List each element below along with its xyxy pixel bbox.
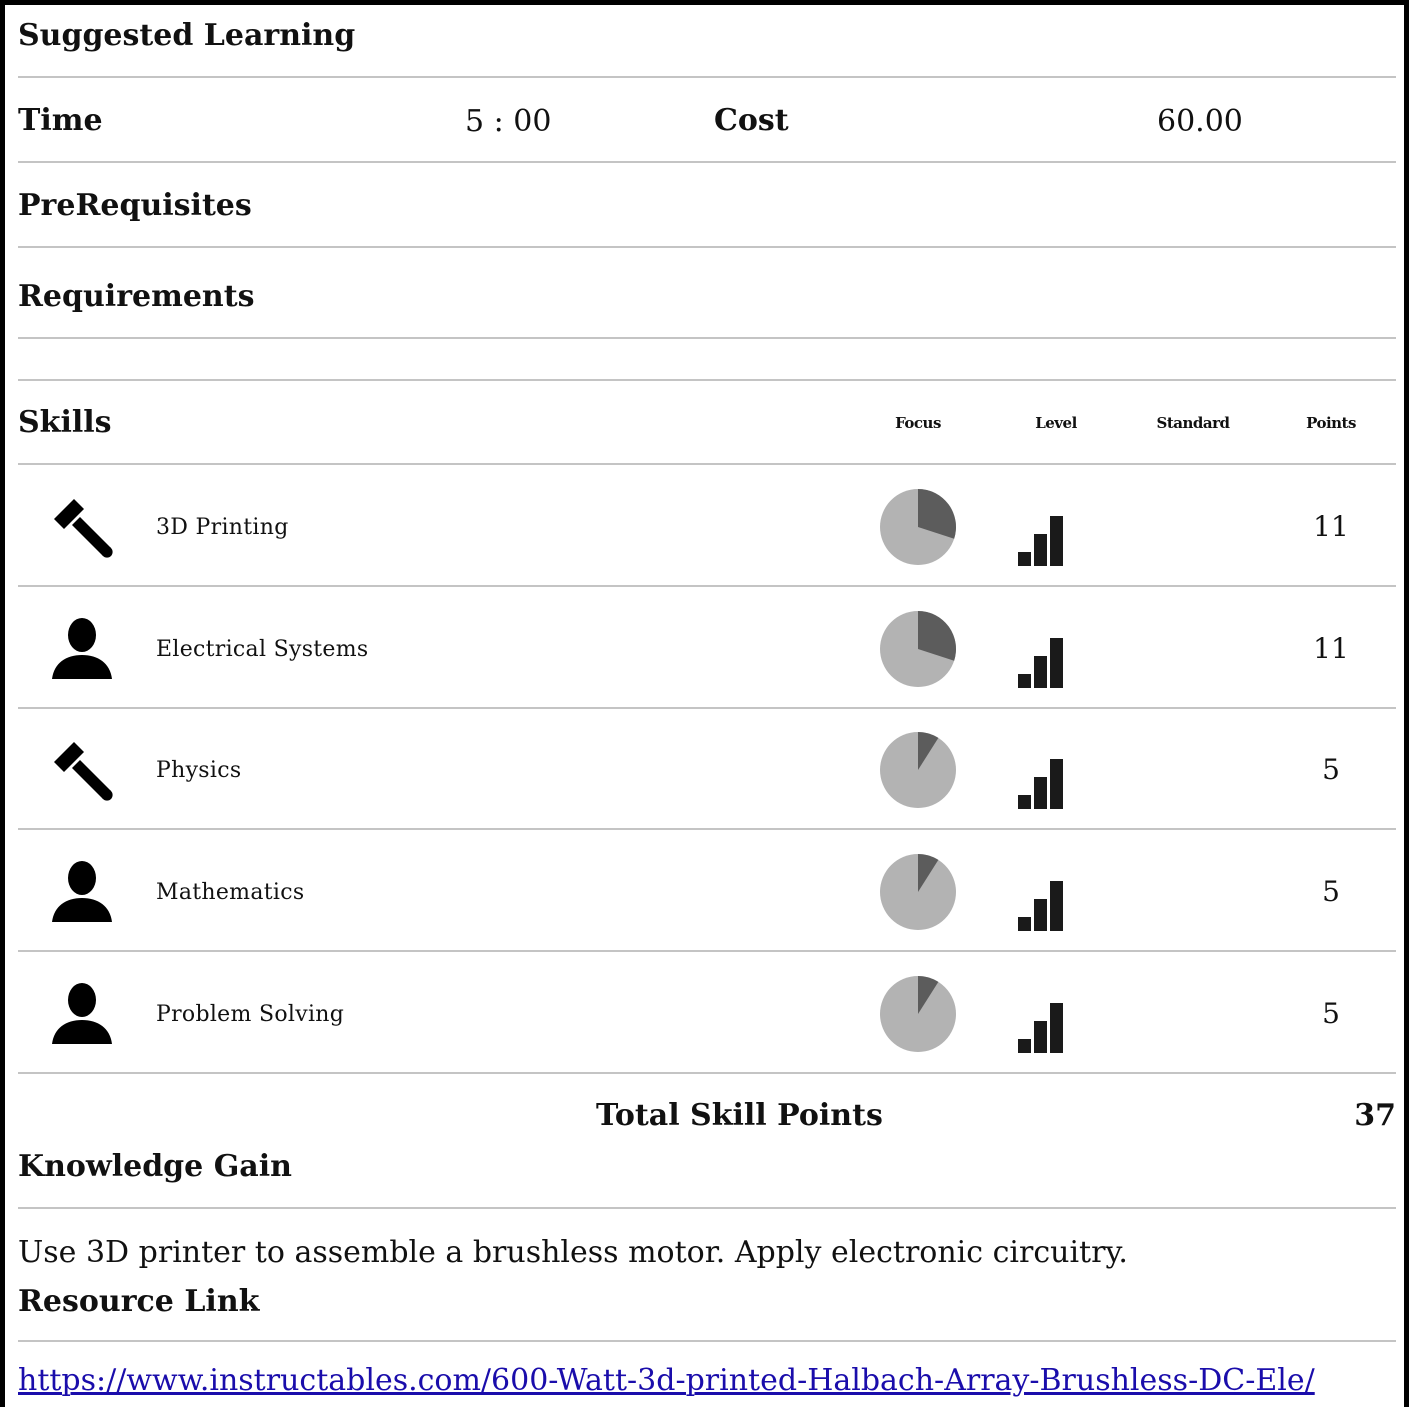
requirements-heading: Requirements [18,279,255,314]
level-bar [1034,656,1047,688]
divider [18,828,1396,830]
divider [18,707,1396,709]
person-icon [50,982,114,1046]
skill-points: 5 [1322,875,1340,908]
skill-points: 5 [1322,997,1340,1030]
divider [18,1072,1396,1074]
divider [18,1207,1396,1209]
total-skill-points-value: 37 [1354,1098,1396,1133]
cost-value: 60.00 [1157,104,1243,139]
prerequisites-heading: PreRequisites [18,188,252,223]
divider [18,337,1396,339]
level-bar [1050,759,1063,809]
level-bars [1016,757,1066,809]
skill-name: 3D Printing [156,515,289,540]
skill-points: 5 [1322,753,1340,786]
focus-pie [878,852,958,932]
level-bar [1050,638,1063,688]
level-bar [1050,881,1063,931]
time-label: Time [18,103,103,138]
level-bars [1016,879,1066,931]
person-icon [50,860,114,924]
level-bar [1034,534,1047,566]
time-value: 5 : 00 [465,104,552,139]
level-bar [1018,795,1031,809]
skill-points: 11 [1313,632,1349,665]
resource-link-heading: Resource Link [18,1284,260,1319]
divider [18,76,1396,78]
focus-pie [878,487,958,567]
divider [18,585,1396,587]
level-bars [1016,636,1066,688]
standard-column-header: Standard [1156,414,1231,432]
divider [18,463,1396,465]
knowledge-gain-text: Use 3D printer to assemble a brushless m… [18,1235,1128,1270]
focus-column-header: Focus [895,414,941,432]
skill-points: 11 [1313,510,1349,543]
cost-label: Cost [714,103,789,138]
skill-name: Problem Solving [156,1002,345,1027]
level-bars [1016,514,1066,566]
level-bars [1016,1001,1066,1053]
level-bar [1018,917,1031,931]
level-column-header: Level [1035,414,1077,432]
divider [18,246,1396,248]
knowledge-gain-heading: Knowledge Gain [18,1149,292,1184]
resource-link[interactable]: https://www.instructables.com/600-Watt-3… [18,1363,1315,1398]
level-bar [1050,516,1063,566]
focus-pie [878,609,958,689]
divider [18,1340,1396,1342]
divider [18,161,1396,163]
level-bar [1034,1021,1047,1053]
divider [18,950,1396,952]
skill-name: Electrical Systems [156,637,369,662]
focus-pie [878,974,958,1054]
level-bar [1034,899,1047,931]
total-skill-points-label: Total Skill Points [596,1098,883,1133]
skill-name: Physics [156,758,242,783]
hammer-icon [50,495,114,559]
level-bar [1018,674,1031,688]
skill-name: Mathematics [156,880,305,905]
divider [18,379,1396,381]
level-bar [1018,552,1031,566]
skills-heading: Skills [18,405,112,440]
person-icon [50,617,114,681]
page-title: Suggested Learning [18,18,356,53]
level-bar [1034,777,1047,809]
level-bar [1018,1039,1031,1053]
points-column-header: Points [1306,414,1356,432]
hammer-icon [50,738,114,802]
focus-pie [878,730,958,810]
level-bar [1050,1003,1063,1053]
